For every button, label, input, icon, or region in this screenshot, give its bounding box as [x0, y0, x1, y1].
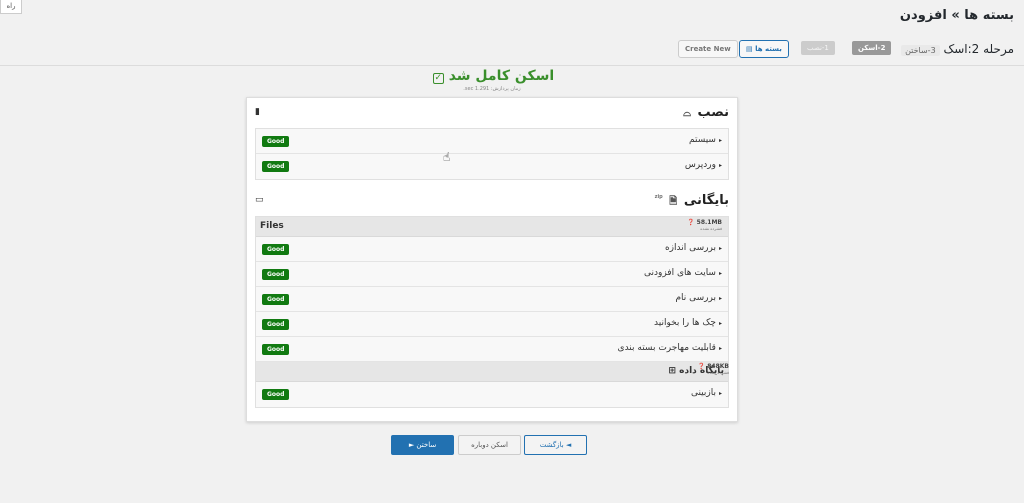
check-label: ▸چک ها را بخوانید — [654, 318, 722, 328]
archive-section-header[interactable]: بایگانی 🗎 zip ▭ — [255, 191, 729, 213]
mobile-toggle-icon[interactable]: ▮ — [255, 107, 260, 117]
caret-right-icon: ▸ — [718, 390, 722, 397]
scan-time: زمان پردازش: 1.291 sec. — [463, 86, 521, 92]
page-title: بسته ها » افزودن — [899, 8, 1014, 23]
step-label: مرحله 2:اسک 3-ساختن — [901, 42, 1014, 56]
caret-right-icon: ▸ — [718, 295, 722, 302]
install-section-header[interactable]: نصب ⌓ ▮ — [255, 103, 729, 125]
caret-right-icon: ▸ — [718, 270, 722, 277]
zip-label: zip — [654, 194, 663, 200]
steps-bar: مرحله 2:اسک 3-ساختن 2-اسکن 1-نصب ▤ بسته … — [0, 38, 1024, 66]
build-button[interactable]: ساختن ► — [391, 435, 454, 455]
caret-right-icon: ▸ — [718, 162, 722, 169]
archive-checks: Files ❓ 58.1MB فشرده نشده ▸بررسی اندازه … — [255, 216, 729, 408]
back-button[interactable]: ◄ بازگشت — [524, 435, 587, 455]
rescan-button[interactable]: اسکن دوباره — [458, 435, 521, 455]
archive-title-text: بایگانی — [683, 193, 729, 208]
status-badge: Good — [262, 389, 290, 400]
check-label: ▸بازبینی — [690, 388, 722, 398]
files-subheader: Files ❓ 58.1MB فشرده نشده — [256, 217, 728, 237]
packages-button[interactable]: ▤ بسته ها — [739, 40, 789, 58]
scan-header: اسکن کامل شد ✓ زمان پردازش: 1.291 sec. — [246, 68, 738, 92]
hand-cursor-icon: ☝ — [443, 150, 451, 164]
install-checks: ▸سیستم Good ▸وردپرس Good — [255, 128, 729, 180]
list-item[interactable]: ▸بررسی اندازه Good — [256, 237, 728, 262]
packages-icon: ▤ — [746, 45, 753, 53]
packages-button-label: بسته ها — [755, 45, 782, 53]
list-item[interactable]: ▸چک ها را بخوانید Good — [256, 312, 728, 337]
list-item[interactable]: ▸قابلیت مهاجرت بسته بندی Good — [256, 337, 728, 362]
question-circle-icon[interactable]: ❓ — [698, 363, 705, 370]
status-badge: Good — [262, 294, 290, 305]
checkbox-checked-icon: ✓ — [432, 73, 444, 84]
table-icon: ⊞ — [668, 366, 677, 376]
scan-title-text: اسکن کامل شد — [448, 68, 555, 84]
caret-right-icon: ▸ — [718, 320, 722, 327]
files-size: ❓ 58.1MB فشرده نشده — [687, 219, 722, 231]
hard-drive-icon: ⌓ — [683, 108, 692, 119]
create-new-button[interactable]: Create New — [678, 40, 738, 58]
check-label: ▸بررسی اندازه — [664, 243, 722, 253]
list-item[interactable]: ▸بررسی نام Good — [256, 287, 728, 312]
caret-right-icon: ▸ — [718, 345, 722, 352]
database-size-block: ❓ 848KB فشرده نشده — [687, 363, 729, 375]
status-badge: Good — [262, 161, 290, 172]
database-subheader: پایگاه داده ⊞ — [256, 362, 728, 382]
status-badge: Good — [262, 244, 290, 255]
caret-right-icon: ▸ — [718, 137, 722, 144]
list-item[interactable]: ▸وردپرس Good — [256, 154, 728, 179]
list-item[interactable]: ▸سایت های افزودنی Good — [256, 262, 728, 287]
caret-right-icon: ▸ — [718, 245, 722, 252]
status-badge: Good — [262, 136, 290, 147]
help-tab[interactable]: راه — [0, 0, 22, 14]
step-1-chip: 1-نصب — [801, 41, 835, 55]
scan-results-panel: نصب ⌓ ▮ ▸سیستم Good ▸وردپرس Good بایگانی… — [246, 97, 738, 422]
status-badge: Good — [262, 269, 290, 280]
status-badge: Good — [262, 319, 290, 330]
window-toggle-icon[interactable]: ▭ — [255, 195, 264, 205]
question-circle-icon[interactable]: ❓ — [687, 219, 694, 226]
files-title: Files — [260, 221, 284, 231]
step-3-label: 3-ساختن — [901, 45, 940, 56]
check-label: ▸وردپرس — [684, 160, 722, 170]
scan-complete-title: اسکن کامل شد ✓ — [246, 68, 738, 84]
install-section-title: نصب ⌓ — [683, 105, 729, 120]
step-2-chip: 2-اسکن — [852, 41, 892, 55]
check-label: ▸سایت های افزودنی — [643, 268, 722, 278]
install-title-text: نصب — [697, 105, 729, 120]
archive-section-title: بایگانی 🗎 zip — [655, 193, 729, 211]
check-label: ▸بررسی نام — [675, 293, 722, 303]
step-label-prefix: مرحله 2:اسک — [943, 42, 1015, 56]
check-label: ▸قابلیت مهاجرت بسته بندی — [617, 343, 722, 353]
file-archive-icon: 🗎 — [669, 196, 678, 207]
list-item[interactable]: ▸سیستم Good — [256, 129, 728, 154]
list-item[interactable]: ▸بازبینی Good — [256, 382, 728, 407]
status-badge: Good — [262, 344, 290, 355]
database-size-note: فشرده نشده — [707, 370, 729, 375]
check-label: ▸سیستم — [688, 135, 722, 145]
